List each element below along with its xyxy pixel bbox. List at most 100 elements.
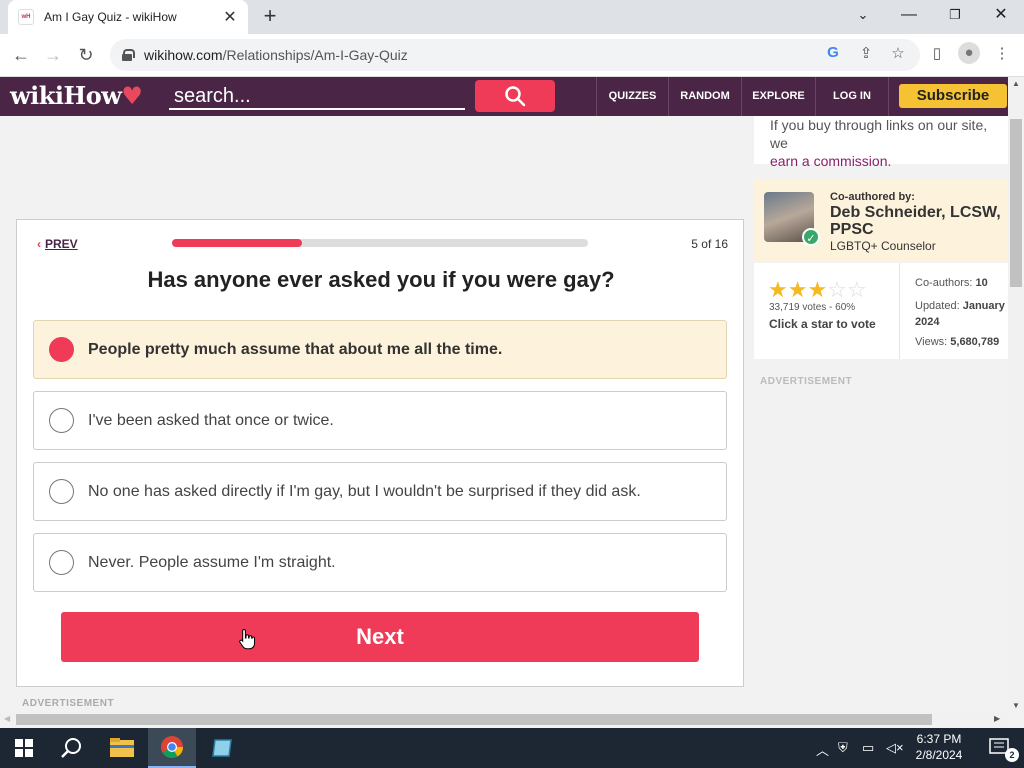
file-explorer-icon[interactable] (98, 728, 146, 768)
network-icon[interactable]: ▭ (862, 740, 874, 756)
votes-count: 33,719 votes - 60% (769, 302, 856, 313)
clock-date: 2/8/2024 (915, 748, 963, 762)
browser-tab-strip: wH Am I Gay Quiz - wikiHow ✕ + ⌄ — ❐ ✕ (0, 0, 1024, 34)
updated-label: Updated: (915, 300, 960, 312)
next-button[interactable]: Next (61, 612, 699, 662)
answer-text: Never. People assume I'm straight. (88, 553, 336, 571)
star-empty-icon[interactable]: ☆ (827, 277, 847, 302)
security-tray-icon[interactable]: ⛨ (838, 740, 848, 756)
coauthors-value: 10 (975, 277, 988, 289)
ad-label-sidebar: ADVERTISEMENT (760, 376, 853, 387)
progress-fill (172, 239, 302, 247)
search-icon (505, 86, 526, 107)
search-input[interactable]: search... (169, 82, 465, 110)
scroll-right-arrow-icon[interactable]: ▶ (994, 714, 1000, 723)
vertical-scroll-thumb[interactable] (1010, 119, 1022, 287)
notifications-icon[interactable]: 2 (976, 728, 1024, 768)
url-domain: wikihow.com (144, 47, 223, 63)
stats-divider (899, 263, 900, 359)
search-button[interactable] (475, 80, 555, 112)
app-taskbar-icon[interactable] (198, 728, 246, 768)
nav-quizzes[interactable]: QUIZZES (596, 77, 668, 116)
coauthor-name[interactable]: Deb Schneider, LCSW, PPSC (830, 204, 1008, 238)
affiliate-disclosure: If you buy through links on our site, we… (754, 116, 1008, 169)
wikihow-logo[interactable]: wikiHow♥ (10, 81, 143, 110)
heart-icon: ♥ (121, 81, 143, 110)
hand-cursor-icon (239, 628, 255, 650)
ad-label-top: ADVERTISEMENT (20, 116, 112, 119)
coauthors-label: Co-authors: (915, 277, 973, 289)
vertical-scrollbar[interactable]: ▲ ▼ (1008, 77, 1024, 712)
bookmark-star-icon[interactable]: ☆ (887, 44, 909, 62)
star-filled-icon[interactable]: ★ (788, 277, 808, 302)
answer-text: People pretty much assume that about me … (88, 340, 503, 358)
volume-muted-icon[interactable]: ◁× (886, 740, 904, 756)
chrome-taskbar-icon[interactable] (148, 728, 196, 768)
logo-text: wikiHow (10, 81, 122, 110)
google-icon[interactable]: G (822, 44, 844, 61)
answer-option-4[interactable]: Never. People assume I'm straight. (33, 533, 727, 592)
views-label: Views: (915, 336, 948, 348)
click-star-prompt: Click a star to vote (769, 317, 876, 331)
side-panel-icon[interactable]: ▯ (926, 44, 948, 62)
coauthor-box: ✓ Co-authored by: Deb Schneider, LCSW, P… (754, 180, 1008, 262)
coauthor-label: Co-authored by: (830, 191, 915, 203)
windows-start-icon[interactable] (0, 728, 48, 768)
share-icon[interactable]: ⇪ (855, 44, 877, 62)
radio-icon (49, 550, 74, 575)
search-icon[interactable] (48, 728, 96, 768)
verified-check-icon: ✓ (802, 228, 820, 246)
notification-count-badge: 2 (1005, 748, 1019, 762)
nav-log-in[interactable]: LOG IN (815, 77, 888, 116)
radio-selected-icon (49, 337, 74, 362)
answer-option-2[interactable]: I've been asked that once or twice. (33, 391, 727, 450)
close-window-button[interactable]: ✕ (978, 0, 1024, 30)
horizontal-scrollbar[interactable]: ◀ ▶ (0, 712, 1008, 727)
star-filled-icon[interactable]: ★ (807, 277, 827, 302)
site-header: wikiHow♥ search... QUIZZES RANDOM EXPLOR… (0, 77, 1008, 116)
new-tab-button[interactable]: + (258, 5, 282, 29)
clock-time: 6:37 PM (916, 732, 962, 746)
taskbar-clock[interactable]: 6:37 PM 2/8/2024 (908, 731, 970, 763)
chevron-up-icon[interactable]: ︿ (816, 740, 829, 759)
back-arrow-icon[interactable]: ← (8, 42, 34, 68)
tab-title: Am I Gay Quiz - wikiHow (44, 10, 177, 24)
radio-icon (49, 479, 74, 504)
forward-arrow-icon[interactable]: → (40, 42, 66, 68)
commission-link[interactable]: earn a commission. (770, 152, 1008, 170)
scroll-left-arrow-icon[interactable]: ◀ (4, 714, 10, 723)
quiz-card: ‹ PREV 5 of 16 Has anyone ever asked you … (16, 219, 744, 687)
scroll-up-arrow-icon[interactable]: ▲ (1012, 79, 1020, 88)
lock-icon (122, 49, 135, 61)
radio-icon (49, 408, 74, 433)
prev-link[interactable]: ‹ PREV (37, 237, 78, 251)
close-tab-icon[interactable]: ✕ (222, 7, 238, 27)
progress-count: 5 of 16 (691, 237, 728, 251)
tab-search-chevron-down-icon[interactable]: ⌄ (840, 0, 886, 30)
answer-option-3[interactable]: No one has asked directly if I'm gay, bu… (33, 462, 727, 521)
reload-icon[interactable]: ↻ (73, 42, 99, 68)
ad-label-bottom: ADVERTISEMENT (22, 698, 115, 709)
disclosure-text: If you buy through links on our site, we (770, 117, 988, 151)
address-bar[interactable]: wikihow.com/Relationships/Am-I-Gay-Quiz (110, 39, 920, 71)
minimize-button[interactable]: — (886, 0, 932, 30)
answer-option-1[interactable]: People pretty much assume that about me … (33, 320, 727, 379)
nav-random[interactable]: RANDOM (668, 77, 741, 116)
browser-tab[interactable]: wH Am I Gay Quiz - wikiHow ✕ (8, 0, 248, 34)
star-filled-icon[interactable]: ★ (768, 277, 788, 302)
answer-text: I've been asked that once or twice. (88, 411, 334, 429)
prev-label: PREV (45, 237, 78, 251)
rating-stars[interactable]: ★★★☆☆ (768, 277, 867, 303)
scroll-down-arrow-icon[interactable]: ▼ (1012, 701, 1020, 710)
views-value: 5,680,789 (950, 336, 1000, 348)
coauthor-avatar[interactable]: ✓ (764, 192, 820, 246)
nav-explore[interactable]: EXPLORE (741, 77, 815, 116)
star-empty-icon[interactable]: ☆ (847, 277, 867, 302)
menu-kebab-icon[interactable]: ⋮ (991, 44, 1013, 62)
restore-button[interactable]: ❐ (932, 0, 978, 30)
subscribe-button[interactable]: Subscribe (899, 84, 1007, 108)
article-stats: ★★★☆☆ 33,719 votes - 60% Click a star to… (754, 263, 1008, 359)
horizontal-scroll-thumb[interactable] (16, 714, 932, 725)
profile-avatar-icon[interactable]: ● (958, 42, 980, 64)
answer-text: No one has asked directly if I'm gay, bu… (88, 482, 641, 500)
